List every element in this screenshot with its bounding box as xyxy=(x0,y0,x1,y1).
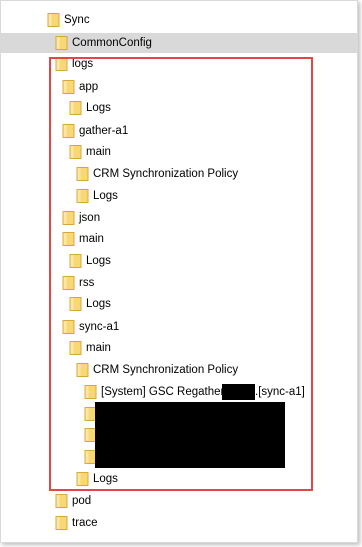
folder-icon xyxy=(62,232,75,246)
tree-item-gather-crm-policy[interactable]: CRM Synchronization Policy xyxy=(1,164,357,184)
tree-item-commonconfig[interactable]: CommonConfig xyxy=(1,33,357,53)
tree-item-label: rss xyxy=(79,277,95,289)
tree-item-gather-main[interactable]: main xyxy=(1,142,357,162)
folder-icon xyxy=(62,320,75,334)
folder-icon xyxy=(76,189,89,203)
folder-icon xyxy=(47,13,60,27)
redaction-block xyxy=(95,402,285,468)
tree-item-main[interactable]: main xyxy=(1,229,357,249)
tree-item-label: Logs xyxy=(93,190,118,202)
tree-item-label: main xyxy=(79,233,104,245)
folder-icon xyxy=(62,124,75,138)
folder-icon xyxy=(55,36,68,50)
tree-item-label: logs xyxy=(72,58,94,70)
tree-item-sync-a1[interactable]: sync-a1 xyxy=(1,317,357,337)
tree-item-label-suffix: .[sync-a1] xyxy=(255,386,305,398)
tree-item-label: Logs xyxy=(86,255,111,267)
tree-item-sync-crm-policy[interactable]: CRM Synchronization Policy xyxy=(1,360,357,380)
tree-item-app[interactable]: app xyxy=(1,77,357,97)
tree-item-label: [System] GSC Regatherer xyxy=(101,386,235,398)
tree-item-label: Sync xyxy=(64,14,90,26)
tree-item-label: main xyxy=(86,342,111,354)
tree-item-label: CRM Synchronization Policy xyxy=(93,168,239,180)
tree-item-gsc-regatherer[interactable]: [System] GSC Regatherer .[sync-a1] xyxy=(1,382,357,402)
folder-icon xyxy=(76,472,89,486)
tree-item-trace[interactable]: trace xyxy=(1,513,357,533)
folder-icon xyxy=(55,57,68,71)
tree-item-app-logs[interactable]: Logs xyxy=(1,98,357,118)
folder-icon xyxy=(69,254,82,268)
folder-icon xyxy=(62,80,75,94)
tree-item-label: pod xyxy=(72,495,92,507)
tree-item-logs[interactable]: logs xyxy=(1,54,357,74)
window-frame: Sync CommonConfig logs app Logs gather-a… xyxy=(0,0,358,543)
tree-item-label: app xyxy=(79,81,99,93)
folder-icon xyxy=(84,385,97,399)
tree-item-label: main xyxy=(86,146,111,158)
folder-icon xyxy=(76,363,89,377)
tree-item-pod[interactable]: pod xyxy=(1,491,357,511)
tree-item-label: sync-a1 xyxy=(79,321,120,333)
folder-icon xyxy=(69,101,82,115)
folder-icon xyxy=(69,297,82,311)
tree-item-label: CRM Synchronization Policy xyxy=(93,364,239,376)
folder-icon xyxy=(69,145,82,159)
folder-icon xyxy=(62,211,75,225)
tree-item-label: CommonConfig xyxy=(72,37,152,49)
tree-item-label: Logs xyxy=(93,473,118,485)
folder-icon xyxy=(55,494,68,508)
tree-item-sync[interactable]: Sync xyxy=(1,10,357,30)
tree-item-label: Logs xyxy=(86,102,111,114)
folder-icon xyxy=(76,167,89,181)
tree-item-json[interactable]: json xyxy=(1,208,357,228)
tree-item-sync-main[interactable]: main xyxy=(1,338,357,358)
tree-item-label: json xyxy=(79,212,101,224)
tree-item-main-logs[interactable]: Logs xyxy=(1,251,357,271)
tree-item-rss-logs[interactable]: Logs xyxy=(1,294,357,314)
tree-item-gather-a1[interactable]: gather-a1 xyxy=(1,121,357,141)
folder-tree: Sync CommonConfig logs app Logs gather-a… xyxy=(1,1,357,542)
folder-icon xyxy=(69,341,82,355)
tree-item-label: trace xyxy=(72,517,98,529)
tree-item-sync-logs[interactable]: Logs xyxy=(1,469,357,489)
folder-icon xyxy=(55,516,68,530)
folder-icon xyxy=(62,276,75,290)
tree-item-gather-logs[interactable]: Logs xyxy=(1,186,357,206)
redaction-block xyxy=(222,384,255,400)
tree-item-label: Logs xyxy=(86,298,111,310)
tree-item-label: gather-a1 xyxy=(79,125,129,137)
tree-item-rss[interactable]: rss xyxy=(1,273,357,293)
